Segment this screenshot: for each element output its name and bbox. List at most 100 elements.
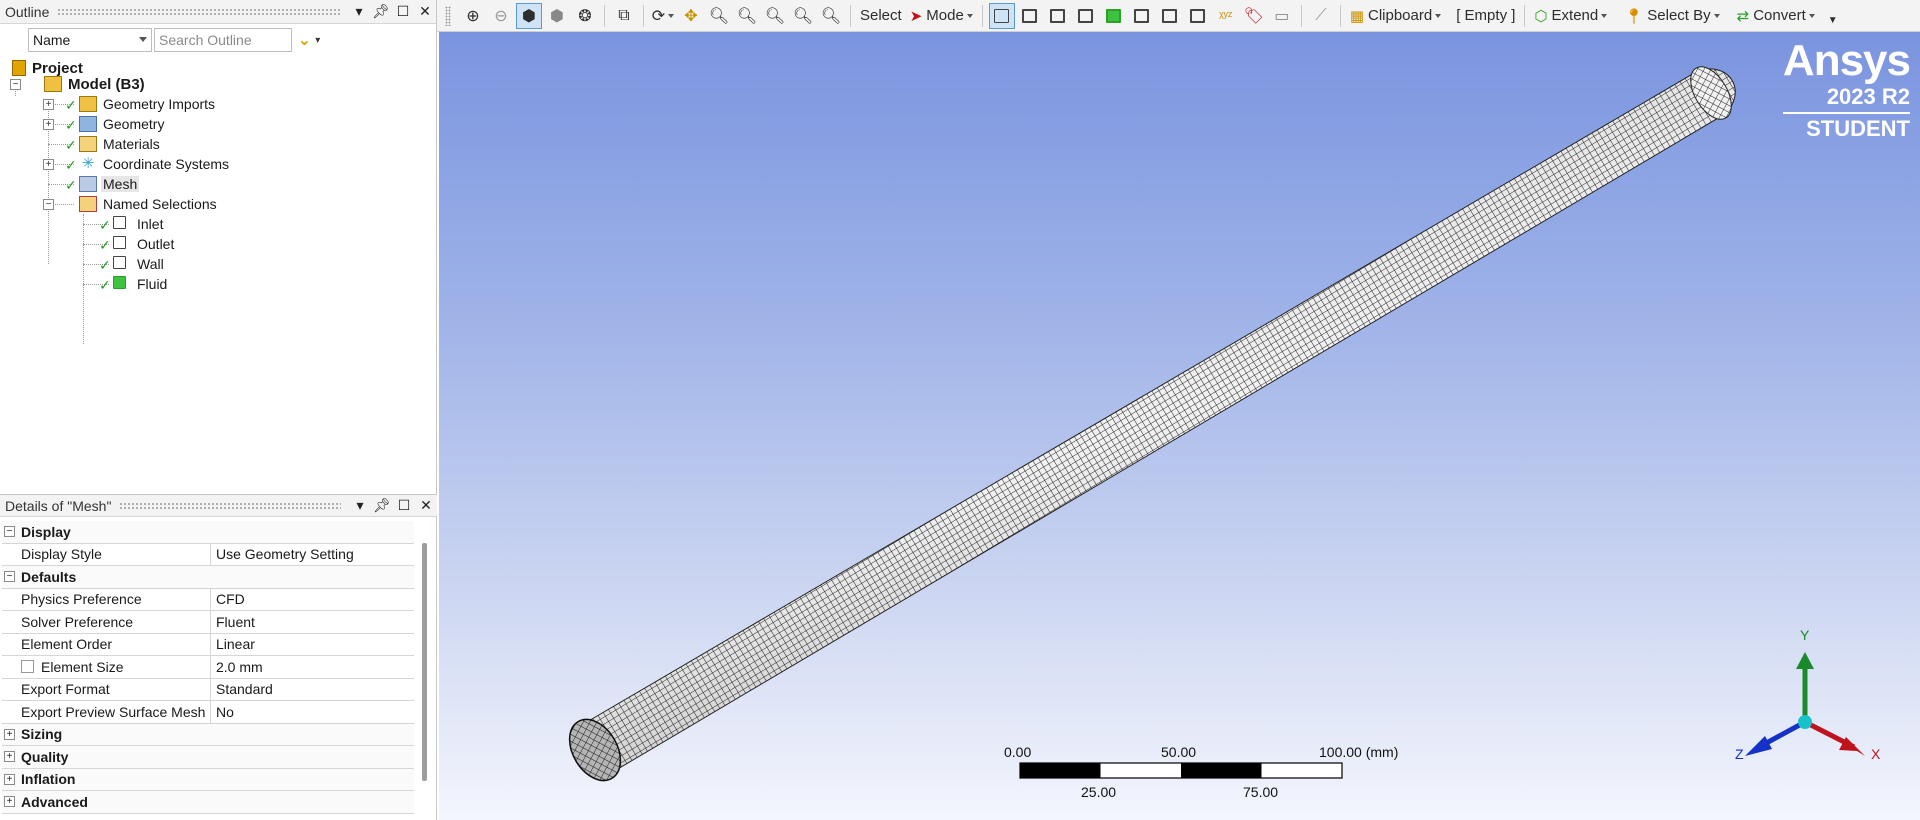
box-zoom-icon[interactable]: 🔍︎ — [734, 3, 760, 29]
show-vertices-icon[interactable]: ⧉ — [611, 3, 637, 29]
tree-node-mesh[interactable]: ✓ Mesh — [65, 174, 140, 194]
axis-triad[interactable] — [1745, 652, 1865, 756]
expand-icon[interactable]: + — [4, 796, 15, 807]
details-property-row[interactable]: Export Format Standard — [2, 678, 414, 701]
select-element-face-icon[interactable] — [1157, 3, 1183, 29]
property-label: Physics Preference — [21, 591, 142, 608]
tree-node-wall[interactable]: ✓ Wall — [99, 254, 166, 274]
tree-node-coordinate-systems[interactable]: ✓ ✳ Coordinate Systems — [65, 154, 231, 174]
expand-icon[interactable]: + — [4, 773, 15, 785]
details-property-row[interactable]: Export Preview Surface Mesh No — [2, 701, 414, 724]
select-node-icon[interactable] — [1129, 3, 1155, 29]
zoom-selected-icon[interactable]: 🔍︎ — [790, 3, 816, 29]
clipboard-button[interactable]: ▦ Clipboard — [1347, 3, 1444, 29]
annotation-icon[interactable]: ▭ — [1269, 3, 1295, 29]
shaded-exterior-edges-icon[interactable]: ⬢ — [516, 2, 542, 29]
select-by-button[interactable]: 📍︎ Select By — [1621, 3, 1722, 29]
maximize-icon[interactable]: ☐ — [392, 3, 414, 20]
property-value-cell[interactable]: Linear — [211, 634, 414, 656]
chart-icon[interactable]: ⟋ — [1308, 3, 1334, 29]
select-vertex-icon[interactable] — [1017, 3, 1043, 29]
pipe-mesh[interactable] — [439, 32, 1740, 790]
close-icon[interactable]: ✕ — [415, 497, 437, 514]
expand-icon[interactable]: + — [4, 751, 15, 762]
pin-icon[interactable]: 📌︎ — [371, 497, 393, 514]
convert-button[interactable]: ⇄ Convert — [1734, 3, 1818, 29]
drag-grip[interactable] — [119, 501, 341, 510]
panel-menu-icon[interactable]: ▾ — [349, 497, 371, 514]
search-outline-input[interactable] — [154, 28, 292, 52]
pin-icon[interactable]: 📌︎ — [370, 3, 392, 20]
separator — [1339, 4, 1341, 27]
zoom-icon[interactable]: 🔍︎ — [706, 3, 732, 29]
rotate-icon[interactable]: ⟳ — [650, 3, 676, 29]
collapse-icon[interactable]: − — [4, 526, 15, 537]
tree-node-materials[interactable]: ✓ Materials — [65, 134, 162, 154]
details-category-row[interactable]: + Advanced — [2, 791, 414, 814]
details-property-row[interactable]: Element Order Linear — [2, 633, 414, 656]
coordinate-select-icon[interactable]: ᵡʸᶻ — [1213, 3, 1239, 29]
details-category-row[interactable]: − Defaults — [2, 566, 414, 589]
tree-node-model[interactable]: Model (B3) — [44, 74, 147, 94]
details-property-row[interactable]: Element Size 2.0 mm — [2, 656, 414, 679]
details-property-row[interactable]: Physics Preference CFD — [2, 588, 414, 611]
select-edge-icon[interactable] — [1045, 3, 1071, 29]
extend-button[interactable]: ⬡ Extend — [1531, 3, 1610, 29]
property-value-cell[interactable]: Standard — [211, 679, 414, 701]
property-value-cell[interactable]: Fluent — [211, 611, 414, 633]
details-title: Details of "Mesh" — [5, 497, 112, 514]
property-value-cell[interactable]: 2.0 mm — [211, 656, 414, 678]
shaded-icon[interactable]: ⬢ — [544, 3, 570, 29]
label-icon[interactable]: 🏷︎ — [1241, 3, 1267, 29]
tree-node-outlet[interactable]: ✓ Outlet — [99, 234, 176, 254]
parameter-checkbox[interactable] — [21, 660, 34, 674]
pan-icon[interactable]: ✥ — [678, 3, 704, 29]
graphics-viewport[interactable]: Ansys 2023 R2 STUDENT 0.00 50.00 100.00 … — [439, 32, 1920, 820]
check-icon: ✓ — [65, 137, 77, 153]
details-category-row[interactable]: − Display — [2, 521, 414, 544]
collapse-named-selections-icon[interactable]: − — [43, 199, 54, 210]
collapse-model-icon[interactable]: − — [10, 79, 21, 90]
toolbar-overflow-icon[interactable]: ▼ — [1820, 8, 1846, 34]
zoom-out-icon[interactable]: ⊖ — [488, 3, 514, 29]
details-category-row[interactable]: + Quality — [2, 746, 414, 769]
tree-node-inlet[interactable]: ✓ Inlet — [99, 214, 165, 234]
magnifier-icon[interactable]: 🔍︎ — [818, 3, 844, 29]
details-property-row[interactable]: Display Style Use Geometry Setting — [2, 543, 414, 566]
details-scrollbar[interactable] — [422, 543, 427, 781]
panel-menu-icon[interactable]: ▾ — [348, 3, 370, 20]
zoom-to-fit-icon[interactable]: 🔍︎ — [762, 3, 788, 29]
tree-node-geometry[interactable]: ✓ Geometry — [65, 114, 166, 134]
select-body-icon[interactable] — [1101, 3, 1127, 29]
expand-geometry-icon[interactable]: + — [43, 119, 54, 130]
filter-options-icon[interactable]: ⌄ ▾ — [294, 28, 324, 52]
tree-node-geometry-imports[interactable]: ✓ Geometry Imports — [65, 94, 217, 114]
property-label: Element Size — [41, 658, 124, 675]
toolbar-grip[interactable] — [445, 5, 451, 26]
details-category-row[interactable]: + Inflation — [2, 768, 414, 791]
drag-grip[interactable] — [57, 7, 340, 16]
zoom-in-icon[interactable]: ⊕ — [460, 3, 486, 29]
wireframe-icon[interactable]: ❂ — [572, 3, 598, 29]
scale-bar — [1019, 762, 1343, 779]
property-value-cell[interactable]: No — [211, 701, 414, 723]
select-face-icon[interactable] — [1073, 3, 1099, 29]
details-property-row[interactable]: Solver Preference Fluent — [2, 611, 414, 634]
select-button[interactable]: Select — [857, 3, 905, 29]
mode-button[interactable]: ➤ Mode — [907, 3, 976, 29]
select-mesh-icon[interactable] — [988, 2, 1015, 29]
close-icon[interactable]: ✕ — [414, 3, 436, 20]
expand-geometry-imports-icon[interactable]: + — [43, 99, 54, 110]
expand-icon[interactable]: + — [4, 728, 15, 740]
details-category-row[interactable]: + Sizing — [2, 723, 414, 746]
collapse-icon[interactable]: − — [4, 571, 15, 582]
property-value-cell[interactable]: Use Geometry Setting — [211, 544, 414, 566]
property-value-cell[interactable]: CFD — [211, 589, 414, 611]
tree-node-named-selections[interactable]: Named Selections — [79, 194, 219, 214]
select-element-icon[interactable] — [1185, 3, 1211, 29]
expand-coordinate-systems-icon[interactable]: + — [43, 159, 54, 170]
name-filter-select[interactable]: Name — [28, 28, 152, 52]
mesh-view-canvas[interactable] — [439, 32, 1920, 820]
tree-node-fluid[interactable]: ✓ Fluid — [99, 274, 169, 294]
maximize-icon[interactable]: ☐ — [393, 497, 415, 514]
